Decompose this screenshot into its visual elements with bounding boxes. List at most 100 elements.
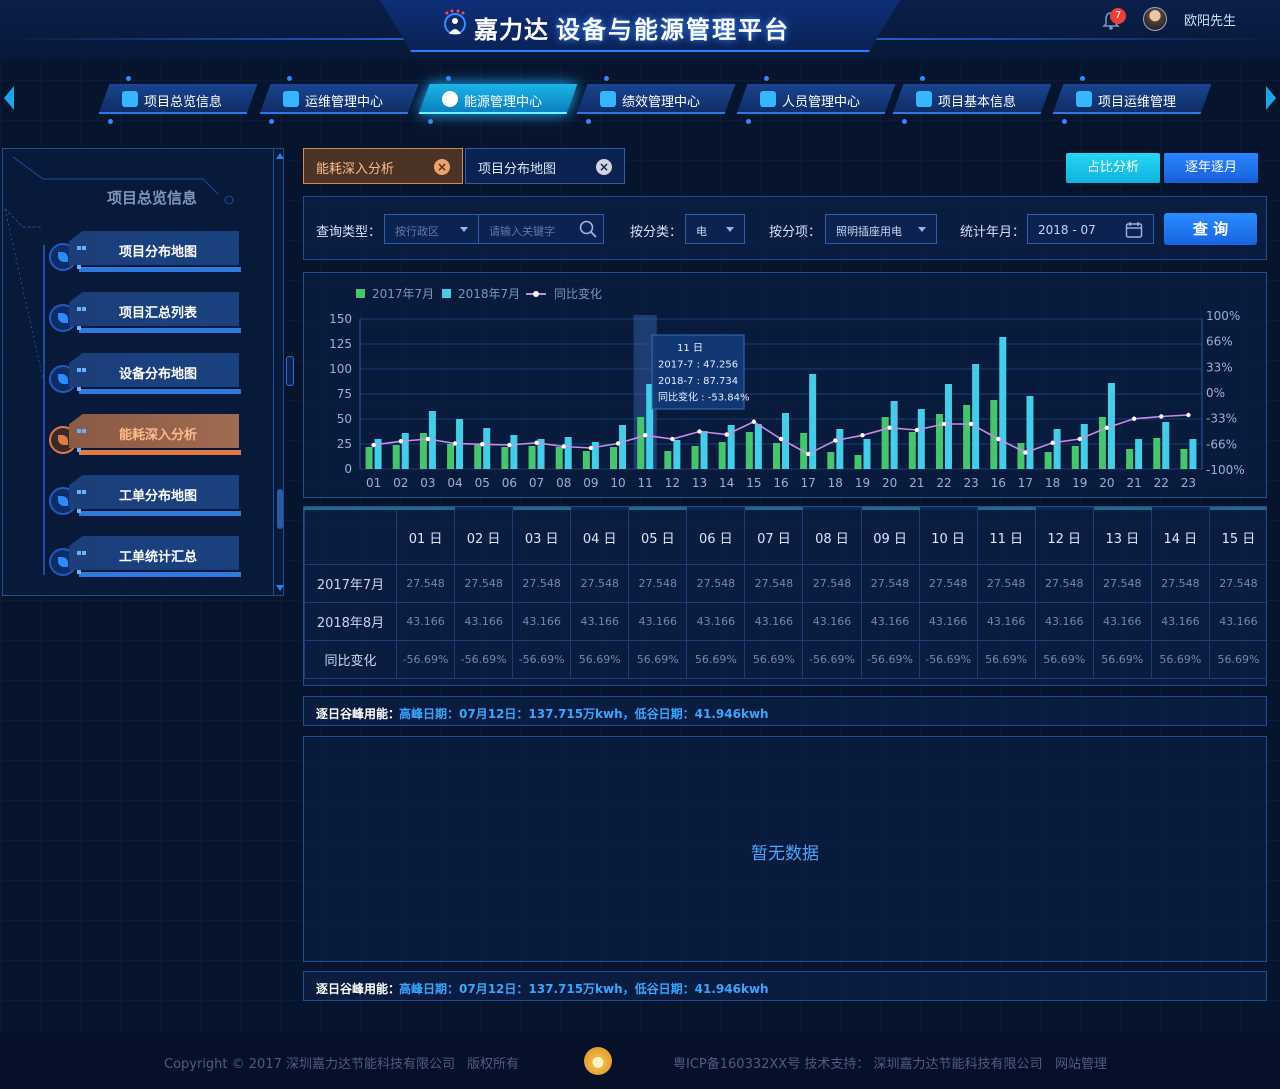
x-tick-label: 22	[1154, 476, 1169, 490]
tooltip-line: 2017-7 : 47.256	[658, 360, 738, 371]
category-select[interactable]: 电	[685, 214, 745, 244]
scroll-up-icon[interactable]	[276, 153, 284, 159]
table-column-header: 14 日	[1150, 507, 1210, 565]
bar-2018	[972, 364, 980, 469]
avatar[interactable]	[1143, 7, 1167, 31]
bar-2017	[935, 414, 943, 469]
rights-text: 版权所有	[467, 1057, 520, 1072]
yoy-point	[778, 436, 784, 442]
bar-2018	[890, 401, 898, 469]
bar-2018	[1026, 396, 1034, 469]
sidebar-scrollbar[interactable]	[273, 149, 285, 595]
sidebar-item-underline	[79, 572, 241, 577]
subtab-project-map[interactable]: 项目分布地图 ×	[465, 148, 625, 184]
sidebar-item-4[interactable]: 能耗深入分析	[69, 414, 241, 456]
x-tick-label: 02	[393, 476, 408, 490]
x-tick-label: 23	[1181, 476, 1196, 490]
close-icon[interactable]: ×	[434, 159, 450, 175]
empty-text: 暂无数据	[751, 844, 819, 864]
admin-link[interactable]: 网站管理	[1055, 1053, 1107, 1072]
bar-2018	[619, 425, 627, 469]
table-column-header: 13 日	[1092, 507, 1152, 565]
sidebar-item-6[interactable]: 工单统计汇总	[69, 536, 241, 578]
yearly-monthly-button[interactable]: 逐年逐月	[1164, 153, 1258, 183]
bar-2017	[1153, 438, 1161, 469]
bar-2017	[637, 417, 645, 469]
sidebar-collapse-handle[interactable]	[286, 356, 294, 386]
scroll-thumb[interactable]	[277, 489, 283, 529]
x-tick-label: 16	[773, 476, 788, 490]
ratio-analysis-button[interactable]: 占比分析	[1066, 153, 1160, 183]
y-tick-label: 100	[329, 362, 352, 376]
month-input[interactable]: 2018 - 07	[1027, 214, 1154, 244]
nav-prev-arrow-icon[interactable]	[4, 86, 14, 110]
query-type-group: 按行政区 请输入关键字	[384, 214, 604, 244]
bar-2017	[392, 445, 400, 469]
nav-tab-5[interactable]: 人员管理中心	[736, 84, 896, 114]
calendar-icon[interactable]	[1125, 221, 1143, 238]
y2-tick-label: -33%	[1206, 412, 1237, 426]
username[interactable]: 欧阳先生	[1184, 10, 1236, 29]
x-tick-label: 06	[502, 476, 517, 490]
keyword-input[interactable]: 请输入关键字	[479, 215, 605, 243]
yoy-point	[398, 439, 403, 444]
table-column-header: 01 日	[395, 507, 456, 565]
bar-2017	[827, 452, 835, 469]
bar-2018	[1080, 424, 1088, 469]
sidebar: 项目总览信息 项目分布地图 项目汇总列表 设备分布地图 能耗深入分析 工单分布地图 工单统…	[2, 148, 284, 596]
district-placeholder: 按行政区	[395, 225, 439, 238]
bar-2017	[555, 447, 563, 469]
month-label: 统计年月：	[960, 225, 1026, 240]
sidebar-item-3[interactable]: 设备分布地图	[69, 353, 241, 395]
district-select[interactable]: 按行政区	[385, 215, 479, 243]
nav-dot	[428, 119, 433, 124]
sidebar-spine	[43, 245, 45, 575]
nav-tab-7[interactable]: 项目运维管理	[1052, 84, 1212, 114]
peak-label: 逐日谷峰用能：	[316, 707, 401, 721]
table-cell: 27.548	[1034, 564, 1094, 603]
bar-2017	[745, 432, 753, 469]
table-cell: 43.166	[570, 602, 630, 641]
bar-2018	[564, 437, 572, 469]
item-select[interactable]: 照明插座用电	[825, 214, 937, 244]
nav-tab-2[interactable]: 运维管理中心	[259, 84, 419, 114]
nav-tab-6[interactable]: 项目基本信息	[892, 84, 1052, 114]
bar-2017	[1071, 446, 1079, 469]
table-cell: 27.548	[1092, 564, 1152, 603]
nav-next-arrow-icon[interactable]	[1266, 86, 1276, 110]
sidebar-item-2[interactable]: 项目汇总列表	[69, 292, 241, 334]
x-tick-label: 16	[991, 476, 1006, 490]
search-icon[interactable]	[579, 220, 597, 238]
yoy-point	[860, 433, 865, 438]
nav-tab-icon	[283, 91, 299, 107]
yoy-point	[1050, 440, 1055, 445]
x-tick-label: 05	[475, 476, 490, 490]
x-tick-label: 22	[936, 476, 951, 490]
peak-value: 高峰日期：07月12日：137.715万kwh，低谷日期：41.946kwh	[399, 982, 769, 996]
yoy-point	[996, 436, 1001, 442]
sidebar-item-label: 项目分布地图	[119, 245, 198, 260]
nav-tab-3[interactable]: 能源管理中心	[418, 84, 578, 114]
sidebar-item-5[interactable]: 工单分布地图	[69, 475, 241, 517]
bar-2017	[773, 443, 780, 469]
sidebar-item-underline	[79, 450, 241, 455]
bar-2017	[528, 446, 536, 469]
table-cell: 43.166	[1034, 602, 1094, 641]
query-button[interactable]: 查 询	[1164, 213, 1257, 245]
bar-2017	[447, 444, 455, 469]
bar-2018	[1162, 422, 1170, 469]
bar-2017	[1044, 452, 1052, 469]
x-tick-label: 03	[420, 476, 435, 490]
bar-2018	[836, 429, 844, 469]
sidebar-item-label: 工单分布地图	[119, 489, 198, 504]
subtab-energy-analysis[interactable]: 能耗深入分析 ×	[303, 148, 463, 184]
nav-tab-label: 项目运维管理	[1098, 95, 1177, 110]
yoy-point	[588, 445, 594, 451]
nav-tab-1[interactable]: 项目总览信息	[98, 84, 258, 114]
scroll-down-icon[interactable]	[276, 585, 284, 591]
table-cell: 56.69%	[1208, 640, 1266, 679]
table-column-header: 11 日	[976, 507, 1036, 565]
close-icon[interactable]: ×	[596, 159, 612, 175]
sidebar-item-1[interactable]: 项目分布地图	[69, 231, 241, 273]
nav-tab-4[interactable]: 绩效管理中心	[576, 84, 736, 114]
